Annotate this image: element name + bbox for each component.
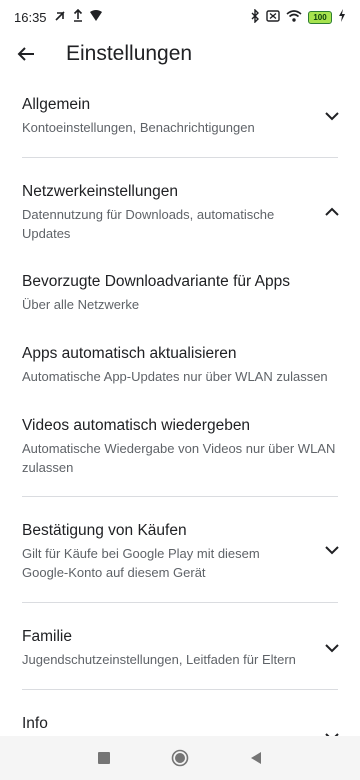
section-subtitle: Gilt für Käufe bei Google Play mit diese… [22, 546, 260, 580]
setting-subtitle: Über alle Netzwerke [22, 297, 140, 312]
setting-download-variant[interactable]: Bevorzugte Downloadvariante für Apps Übe… [22, 273, 338, 314]
home-button[interactable] [168, 746, 192, 770]
status-time: 16:35 [14, 9, 47, 25]
circle-icon [171, 749, 189, 767]
setting-title: Bevorzugte Downloadvariante für Apps [22, 273, 290, 290]
section-familie[interactable]: Familie Jugendschutzeinstellungen, Leitf… [22, 628, 339, 669]
section-kaeufe[interactable]: Bestätigung von Käufen Gilt für Käufe be… [22, 522, 339, 582]
app-bar: Einstellungen [0, 34, 360, 74]
nfc-off-icon [53, 9, 67, 26]
arrow-left-icon [17, 47, 34, 61]
divider [22, 157, 338, 158]
chevron-up-icon[interactable] [320, 199, 344, 223]
upload-icon [73, 8, 83, 25]
section-info[interactable]: Info [22, 715, 339, 741]
section-title: Familie [22, 628, 72, 645]
setting-autoplay-videos[interactable]: Videos automatisch wiedergeben Automatis… [22, 417, 338, 477]
section-subtitle: Kontoeinstellungen, Benachrichtigungen [22, 120, 255, 135]
setting-auto-update[interactable]: Apps automatisch aktualisieren Automatis… [22, 345, 338, 386]
section-allgemein[interactable]: Allgemein Kontoeinstellungen, Benachrich… [22, 96, 339, 137]
chevron-down-icon[interactable] [320, 538, 344, 562]
setting-subtitle: Automatische App-Updates nur über WLAN z… [22, 369, 328, 384]
charging-icon [338, 9, 346, 25]
battery-icon: 100 [308, 10, 332, 24]
section-title: Allgemein [22, 96, 91, 113]
section-title: Netzwerkeinstellungen [22, 183, 178, 200]
section-netzwerk[interactable]: Netzwerkeinstellungen Datennutzung für D… [22, 183, 339, 243]
divider [22, 602, 338, 603]
section-title: Bestätigung von Käufen [22, 522, 187, 539]
section-subtitle: Jugendschutzeinstellungen, Leitfaden für… [22, 652, 296, 667]
square-icon [98, 752, 110, 764]
recents-button[interactable] [92, 746, 116, 770]
section-subtitle: Datennutzung für Downloads, automatische… [22, 207, 275, 241]
sim-off-icon [266, 9, 280, 25]
divider [22, 689, 338, 690]
page-title: Einstellungen [66, 42, 193, 65]
setting-title: Apps automatisch aktualisieren [22, 345, 237, 362]
system-nav-bar [0, 736, 360, 780]
status-bar: 16:35 100 [0, 0, 360, 34]
back-arrow-button[interactable] [6, 34, 46, 74]
section-title: Info [22, 715, 48, 732]
setting-title: Videos automatisch wiedergeben [22, 417, 251, 434]
chevron-down-icon[interactable] [320, 104, 344, 128]
divider [22, 496, 338, 497]
bluetooth-icon [250, 7, 260, 26]
triangle-left-icon [251, 752, 261, 764]
signal-icon [89, 9, 103, 25]
setting-subtitle: Automatische Wiedergabe von Videos nur ü… [22, 441, 336, 475]
wifi-icon [286, 9, 302, 25]
back-button[interactable] [244, 746, 268, 770]
chevron-down-icon[interactable] [320, 636, 344, 660]
